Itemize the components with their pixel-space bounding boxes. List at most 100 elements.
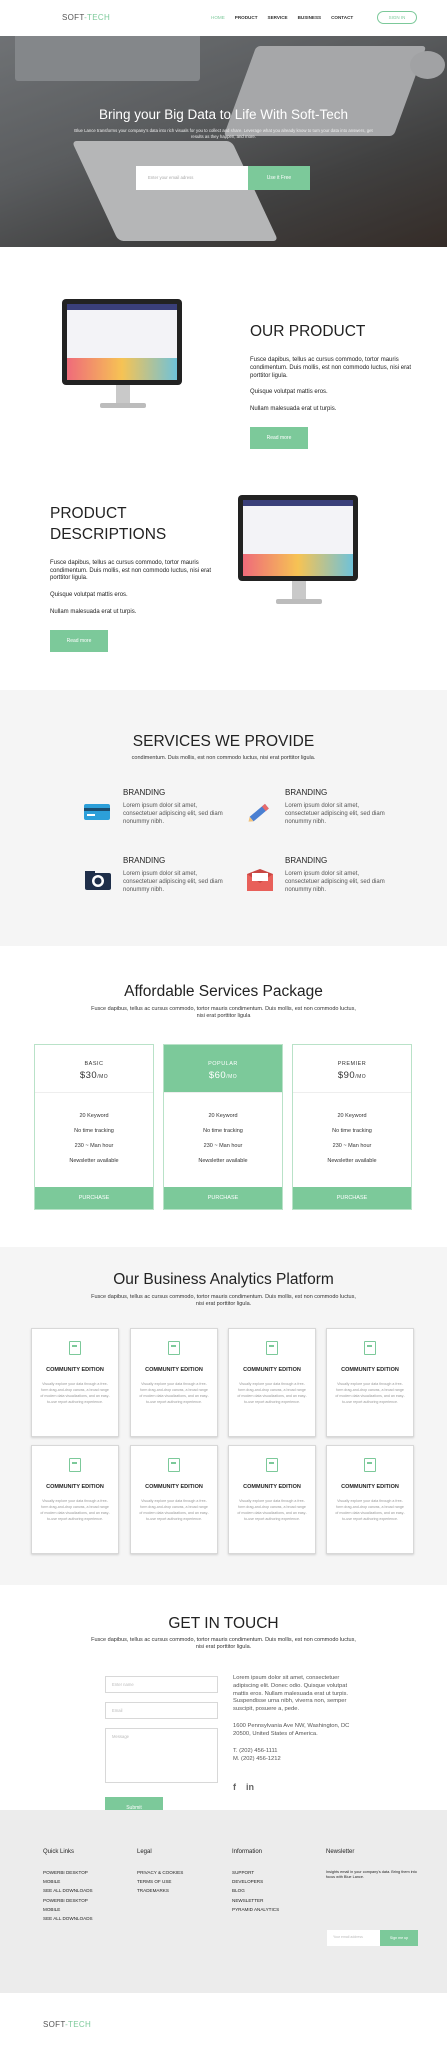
service-text: Lorem ipsum dolor sit amet, consectetuer… xyxy=(285,803,385,826)
logo-text: SOFT xyxy=(62,13,85,22)
footer-link[interactable]: BLOG xyxy=(232,1888,279,1894)
hero-email-input[interactable]: Enter your email adress xyxy=(136,166,248,190)
analytics-card: COMMUNITY EDITION Visually explore your d… xyxy=(31,1445,119,1554)
footer-link[interactable]: NEWSLETTER xyxy=(232,1898,279,1904)
nav-business[interactable]: BUSINESS xyxy=(298,15,322,21)
contact-title: GET IN TOUCH xyxy=(168,1615,279,1632)
plan-header: POPULAR $60/MO xyxy=(164,1045,282,1093)
service-text: Lorem ipsum dolor sit amet, consectetuer… xyxy=(123,803,223,826)
footer-link[interactable]: TERMS OF USE xyxy=(137,1879,183,1885)
footer-link[interactable]: TRADEMARKS xyxy=(137,1888,183,1894)
nav-menu: HOME PRODUCT SERVICE BUSINESS CONTACT xyxy=(211,15,353,21)
product-paragraph: Nullam malesuada erat ut turpis. xyxy=(250,406,337,413)
analytics-card-text: Visually explore your data through a fre… xyxy=(335,1382,405,1404)
contact-section: GET IN TOUCH Fusce dapibus, tellus ac cu… xyxy=(0,1585,447,1819)
plan-feature: Newsletter available xyxy=(198,1158,248,1164)
document-icon xyxy=(168,1458,180,1472)
product-section: OUR PRODUCT Fusce dapibus, tellus ac cur… xyxy=(0,247,447,690)
message-field[interactable]: Message xyxy=(105,1728,218,1783)
footer-link[interactable]: PYRAMID ANALYTICS xyxy=(232,1907,279,1913)
plan-features: 20 Keyword No time tracking 230 ~ Man ho… xyxy=(35,1093,153,1173)
footer-link[interactable]: DEVELOPERS xyxy=(232,1879,279,1885)
purchase-button[interactable]: PURCHASE xyxy=(35,1187,153,1209)
analytics-card-title: COMMUNITY EDITION xyxy=(341,1484,399,1490)
footer-link[interactable]: MOBILE xyxy=(43,1907,93,1913)
pricing-title: Affordable Services Package xyxy=(124,983,323,1000)
services-title: SERVICES WE PROVIDE xyxy=(132,733,315,750)
plan-feature: No time tracking xyxy=(332,1128,372,1134)
plan-feature: Newsletter available xyxy=(69,1158,119,1164)
top-nav: SOFT-TECH HOME PRODUCT SERVICE BUSINESS … xyxy=(0,0,447,36)
nav-service[interactable]: SERVICE xyxy=(268,15,288,21)
plan-feature: 230 ~ Man hour xyxy=(203,1143,243,1149)
plan-price: $60/MO xyxy=(208,1070,238,1082)
analytics-section: Our Business Analytics Platform Fusce da… xyxy=(0,1247,447,1585)
footer-col-title: Legal xyxy=(137,1849,152,1855)
plan-features: 20 Keyword No time tracking 230 ~ Man ho… xyxy=(293,1093,411,1173)
plan-price: $30/MO xyxy=(79,1070,109,1082)
purchase-button[interactable]: PURCHASE xyxy=(293,1187,411,1209)
footer-link[interactable]: SUPPORT xyxy=(232,1870,279,1876)
sign-in-button[interactable]: SIGN IN xyxy=(377,11,417,24)
analytics-card: COMMUNITY EDITION Visually explore your d… xyxy=(31,1328,119,1437)
footer-link[interactable]: PRIVACY & COOKIES xyxy=(137,1870,183,1876)
logo[interactable]: SOFT-TECH xyxy=(62,13,110,24)
document-icon xyxy=(266,1458,278,1472)
nav-home[interactable]: HOME xyxy=(211,15,225,21)
footer-link[interactable]: MOBILE xyxy=(43,1879,93,1885)
nav-contact[interactable]: CONTACT xyxy=(331,15,353,21)
hero-overlay xyxy=(0,36,447,247)
document-icon xyxy=(364,1458,376,1472)
newsletter-email-input[interactable]: Your email address xyxy=(327,1930,380,1946)
analytics-card: COMMUNITY EDITION Visually explore your d… xyxy=(326,1445,414,1554)
footer-link[interactable]: SEE ALL DOWNLOADS xyxy=(43,1916,93,1922)
product-monitor-image xyxy=(52,287,192,427)
email-field[interactable]: Email xyxy=(105,1702,218,1719)
product-paragraph: Fusce dapibus, tellus ac cursus commodo,… xyxy=(250,356,412,379)
plan-price: $90/MO xyxy=(337,1070,367,1082)
footer-logo[interactable]: SOFT-TECH xyxy=(43,2020,91,2031)
plan-name: POPULAR xyxy=(208,1061,238,1067)
linkedin-icon[interactable]: in xyxy=(246,1781,254,1793)
document-icon xyxy=(364,1341,376,1355)
purchase-button[interactable]: PURCHASE xyxy=(164,1187,282,1209)
plan-feature: 230 ~ Man hour xyxy=(74,1143,114,1149)
analytics-card: COMMUNITY EDITION Visually explore your d… xyxy=(130,1328,218,1437)
analytics-card: COMMUNITY EDITION Visually explore your d… xyxy=(130,1445,218,1554)
hero: Bring your Big Data to Life With Soft-Te… xyxy=(0,36,447,247)
analytics-card-title: COMMUNITY EDITION xyxy=(243,1367,301,1373)
hero-title: Bring your Big Data to Life With Soft-Te… xyxy=(98,107,349,122)
analytics-card-text: Visually explore your data through a fre… xyxy=(139,1499,209,1521)
analytics-subtitle: Fusce dapibus, tellus ac cursus commodo,… xyxy=(91,1294,356,1308)
contact-mobile: M. (202) 456-1212 xyxy=(233,1755,281,1762)
description-paragraph: Quisque volutpat mattis eros. xyxy=(50,592,128,599)
footer: Quick Links POWERBI DESKTOP MOBILE SEE A… xyxy=(0,1810,447,1993)
service-item: BRANDING Lorem ipsum dolor sit amet, con… xyxy=(245,788,445,838)
analytics-card-text: Visually explore your data through a fre… xyxy=(237,1499,307,1521)
nav-product[interactable]: PRODUCT xyxy=(235,15,258,21)
plan-header: BASIC $30/MO xyxy=(35,1045,153,1093)
analytics-card-text: Visually explore your data through a fre… xyxy=(335,1499,405,1521)
pricing-card-popular: POPULAR $60/MO 20 Keyword No time trackin… xyxy=(163,1044,283,1210)
use-it-free-button[interactable]: Use it Free xyxy=(248,166,310,190)
facebook-icon[interactable]: f xyxy=(233,1781,236,1793)
services-subtitle: condimentum. Duis mollis, est non commod… xyxy=(131,755,316,761)
description-monitor-image xyxy=(228,483,368,623)
analytics-card: COMMUNITY EDITION Visually explore your d… xyxy=(326,1328,414,1437)
footer-col-title: Information xyxy=(232,1849,263,1855)
product-text: OUR PRODUCT Fusce dapibus, tellus ac cur… xyxy=(250,322,420,449)
analytics-title: Our Business Analytics Platform xyxy=(113,1271,334,1288)
name-field[interactable]: Enter name xyxy=(105,1676,218,1693)
description-paragraph: Fusce dapibus, tellus ac cursus commodo,… xyxy=(50,559,212,582)
newsletter-signup-button[interactable]: Sign me up xyxy=(380,1930,418,1946)
product-read-more-button[interactable]: Read more xyxy=(250,426,308,449)
analytics-card-title: COMMUNITY EDITION xyxy=(341,1367,399,1373)
footer-link[interactable]: POWERBI DESKTOP xyxy=(43,1870,93,1876)
footer-link[interactable]: POWERBI DESKTOP xyxy=(43,1898,93,1904)
plan-header: PREMIER $90/MO xyxy=(293,1045,411,1093)
contact-phone: T. (202) 456-1111 xyxy=(233,1747,278,1754)
footer-link[interactable]: SEE ALL DOWNLOADS xyxy=(43,1888,93,1894)
newsletter-text: Insights email in your company's data. B… xyxy=(326,1870,417,1880)
product-paragraph: Quisque volutpat mattis eros. xyxy=(250,389,328,396)
description-read-more-button[interactable]: Read more xyxy=(50,629,108,652)
